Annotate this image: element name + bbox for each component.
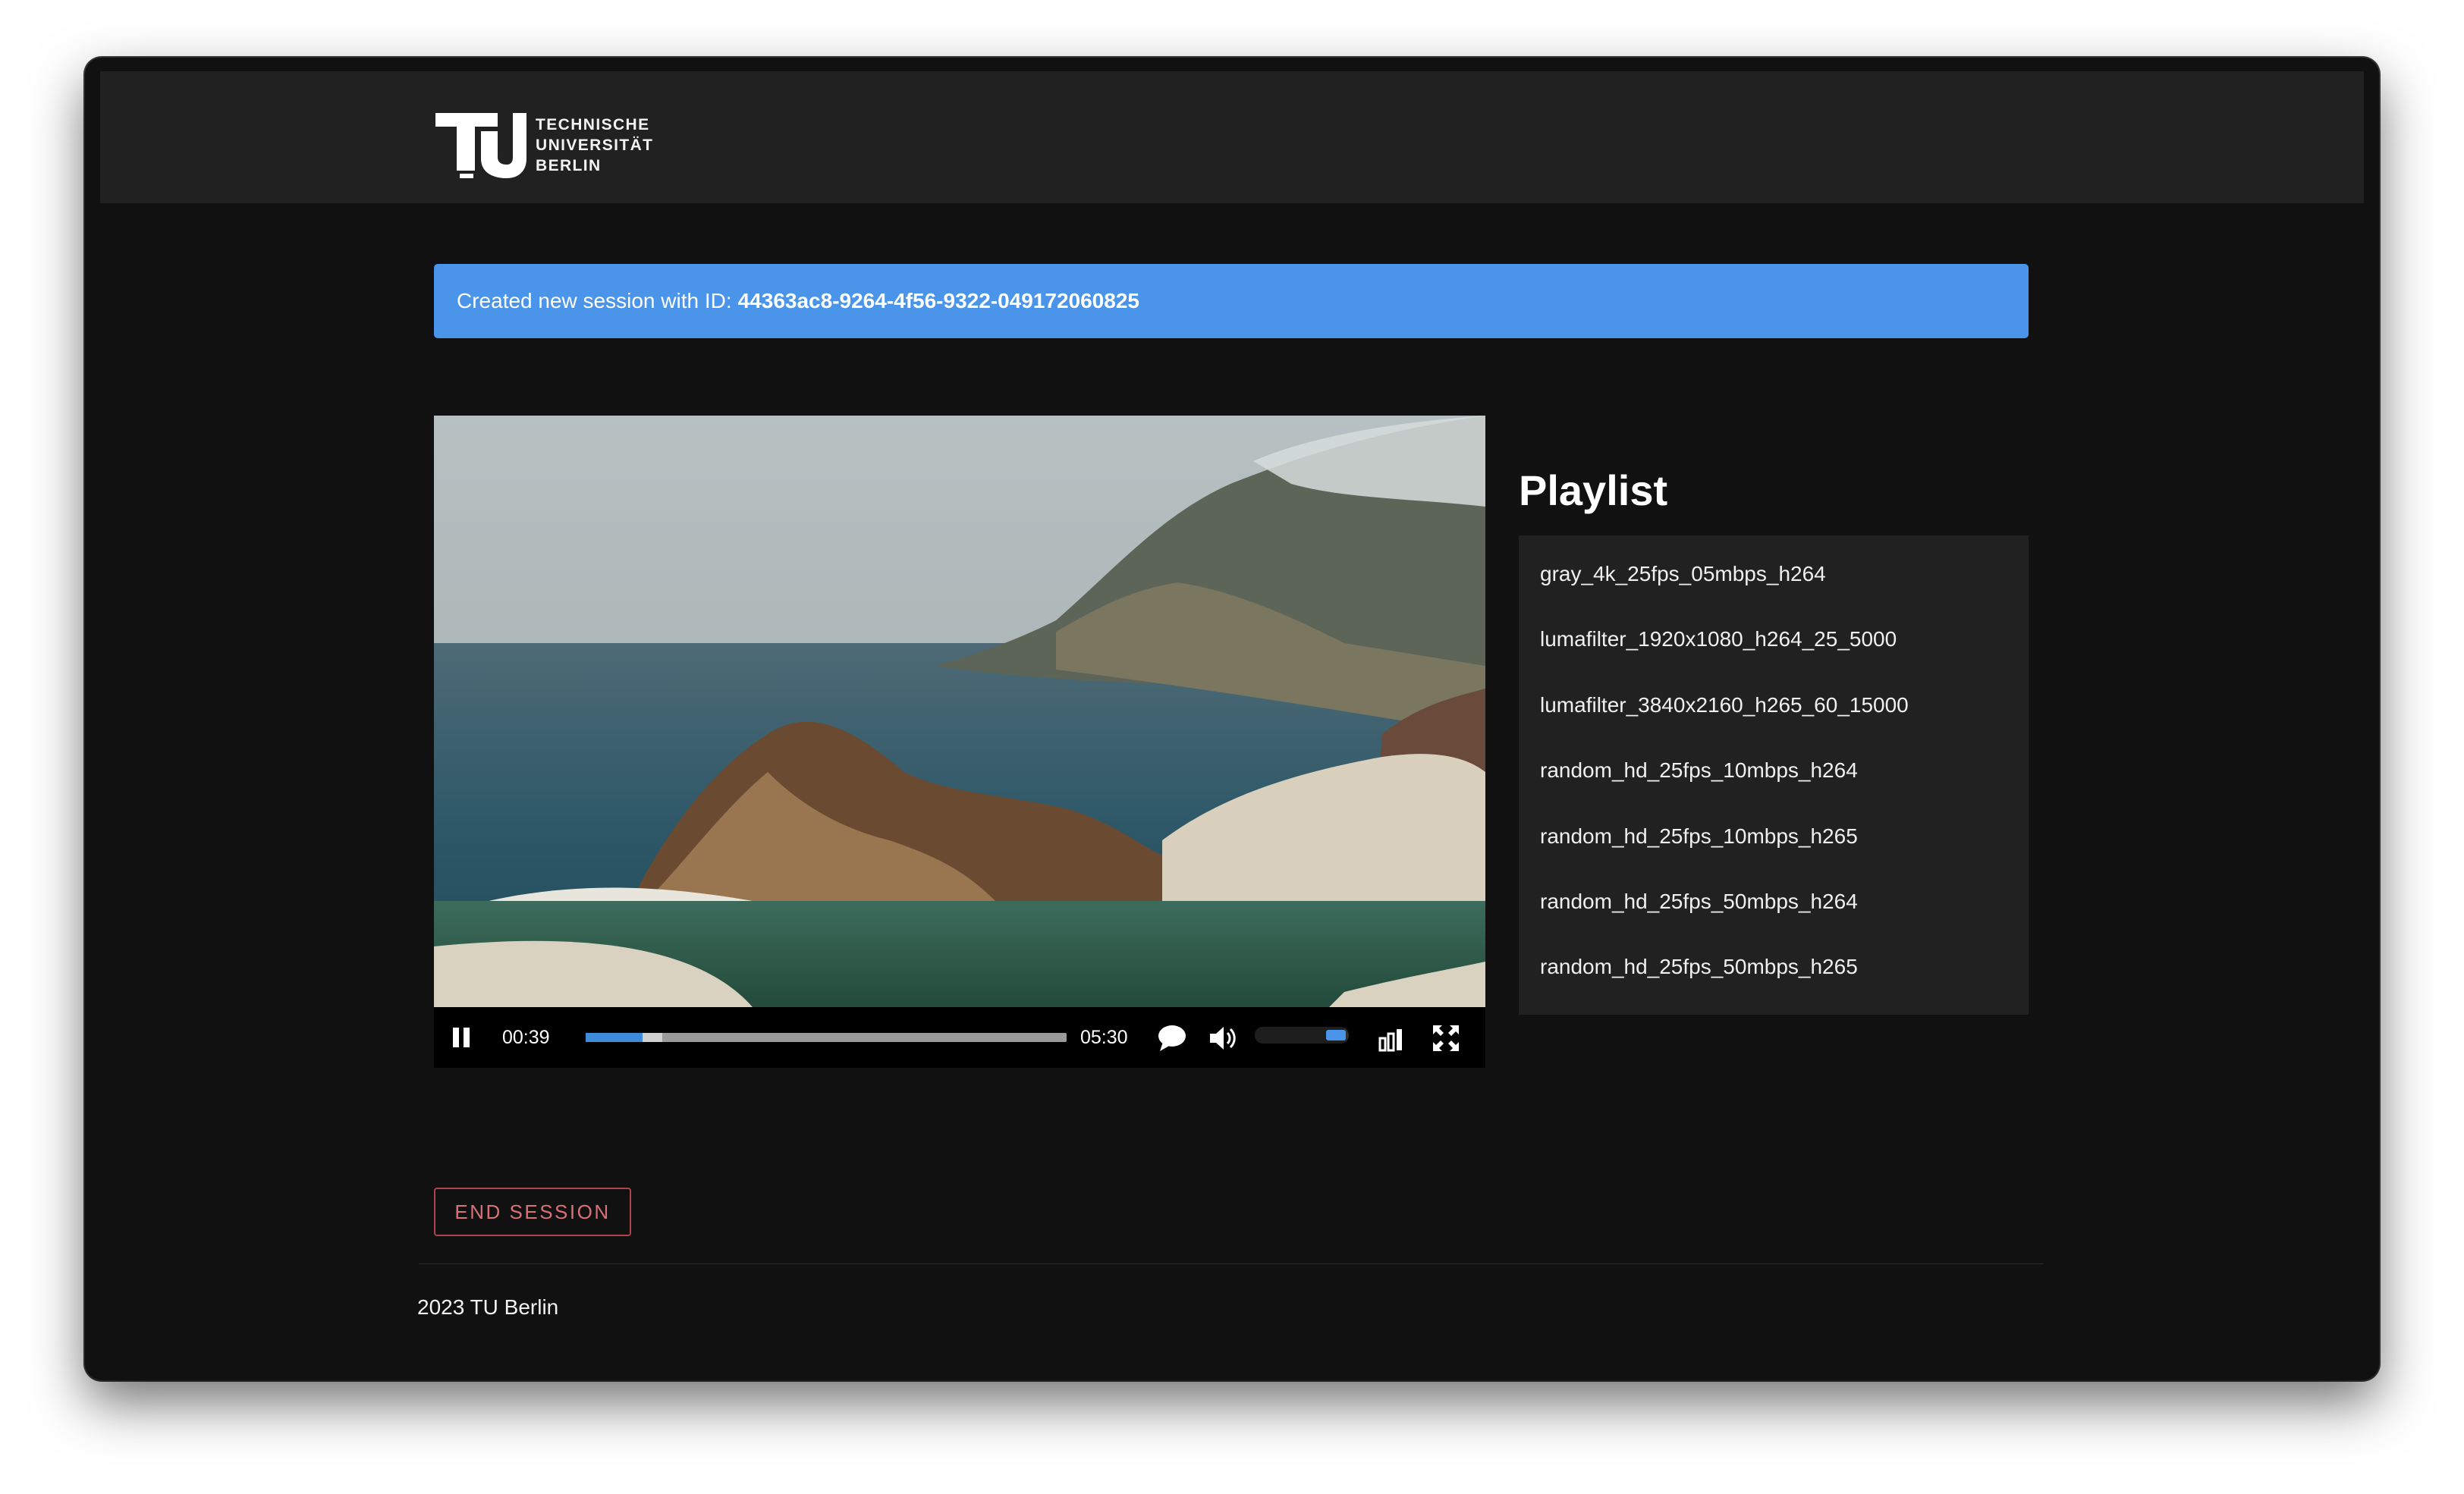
playlist-item[interactable]: random_hd_25fps_50mbps_h264: [1519, 869, 2029, 934]
quality-button[interactable]: [1376, 1024, 1406, 1054]
volume-handle[interactable]: [1326, 1030, 1346, 1040]
site-header: TECHNISCHE UNIVERSITÄT BERLIN: [100, 71, 2364, 203]
logo-line-1: TECHNISCHE: [536, 115, 650, 133]
browser-window: TECHNISCHE UNIVERSITÄT BERLIN Created ne…: [85, 58, 2379, 1380]
end-session-button[interactable]: END SESSION: [434, 1188, 631, 1236]
footer-divider: [419, 1263, 2044, 1264]
session-id: 44363ac8-9264-4f56-9322-049172060825: [737, 289, 1139, 312]
fullscreen-button[interactable]: [1429, 1022, 1463, 1054]
pause-icon: [453, 1028, 470, 1047]
video-player[interactable]: 00:39 05:30: [434, 416, 1485, 1068]
player-controls: 00:39 05:30: [434, 1007, 1485, 1068]
playlist: gray_4k_25fps_05mbps_h264 lumafilter_192…: [1519, 535, 2029, 1015]
fullscreen-icon: [1433, 1025, 1459, 1051]
session-alert: Created new session with ID: 44363ac8-92…: [434, 264, 2029, 338]
page: TECHNISCHE UNIVERSITÄT BERLIN Created ne…: [100, 71, 2364, 1365]
playlist-item[interactable]: gray_4k_25fps_05mbps_h264: [1519, 541, 2029, 607]
volume-slider[interactable]: [1255, 1027, 1349, 1044]
playlist-item[interactable]: lumafilter_3840x2160_h265_60_15000: [1519, 673, 2029, 738]
tu-logo-text: TECHNISCHE UNIVERSITÄT BERLIN: [536, 115, 653, 176]
mute-button[interactable]: [1206, 1022, 1240, 1054]
bar-chart-icon: [1378, 1029, 1402, 1052]
duration: 05:30: [1080, 1027, 1128, 1048]
seek-bar[interactable]: [586, 1033, 1067, 1042]
video-frame-image: [434, 416, 1485, 1007]
footer-text: 2023 TU Berlin: [417, 1295, 559, 1319]
playlist-title: Playlist: [1519, 466, 1668, 514]
captions-button[interactable]: [1155, 1022, 1190, 1054]
logo-line-2: UNIVERSITÄT: [536, 136, 654, 154]
alert-prefix: Created new session with ID:: [457, 289, 732, 312]
volume-icon: [1210, 1027, 1236, 1050]
playlist-item[interactable]: random_hd_25fps_10mbps_h265: [1519, 804, 2029, 869]
pause-button[interactable]: [448, 1024, 475, 1051]
speech-bubble-icon: [1158, 1025, 1186, 1051]
tu-berlin-logo[interactable]: TECHNISCHE UNIVERSITÄT BERLIN: [434, 111, 653, 179]
logo-line-3: BERLIN: [536, 156, 602, 174]
playlist-item[interactable]: random_hd_25fps_10mbps_h264: [1519, 738, 2029, 803]
playlist-item[interactable]: lumafilter_1920x1080_h264_25_5000: [1519, 607, 2029, 672]
video-frame[interactable]: [434, 416, 1485, 1007]
current-time: 00:39: [502, 1027, 550, 1048]
playlist-item[interactable]: random_hd_25fps_50mbps_h265: [1519, 934, 2029, 1000]
tu-logo-icon: [435, 113, 526, 178]
seek-progress: [586, 1033, 643, 1042]
